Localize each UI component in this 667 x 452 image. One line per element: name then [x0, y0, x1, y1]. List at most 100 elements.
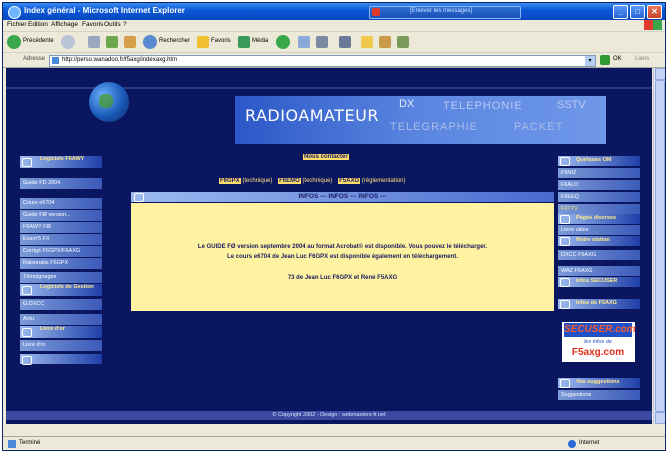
scroll-thumb[interactable]	[655, 80, 665, 412]
sidebar-item-raisonatis[interactable]: Raisonatis F6GPX	[20, 258, 102, 269]
edit-icon[interactable]	[339, 36, 351, 48]
status-text: Terminé	[19, 440, 41, 446]
menu-outils[interactable]: Outils	[104, 21, 121, 28]
mail-icon[interactable]	[298, 36, 310, 48]
sidebar-item-f5niz[interactable]: F5NIZ	[558, 168, 640, 178]
address-field[interactable]: http://perso.wanadoo.fr/f5axg/indexaxg.h…	[49, 55, 596, 67]
menu-affichage[interactable]: Affichage	[51, 21, 78, 28]
f5axg-ad[interactable]: F5axg.com	[564, 347, 632, 358]
refresh-icon[interactable]	[106, 36, 118, 48]
sidebar-item-liens-utiles[interactable]: Liens utiles	[558, 225, 640, 235]
favorites-star-icon[interactable]	[197, 36, 209, 48]
sidebar-section-secuser: Infos SECUSER	[558, 277, 640, 287]
back-arrow-icon[interactable]	[7, 35, 21, 49]
link-f6gpx[interactable]: F6GPX	[219, 178, 241, 184]
sidebar-item-label: G.DXCC	[23, 301, 45, 307]
sidebar-item-suggestions[interactable]: Suggestions	[558, 390, 640, 400]
sidebar-item-corrige[interactable]: Corrigé F6GPX/F6AXG	[20, 246, 102, 257]
sidebar-item-dxcc[interactable]: DXCC F5AXG	[558, 250, 640, 260]
contact-link[interactable]: Nous contacter	[303, 154, 349, 160]
sidebar-item-f6awy[interactable]: F6AWY FØ	[20, 222, 102, 233]
stop-icon[interactable]	[88, 36, 100, 48]
infos-header: INFOS --- INFOS --- INFOS ---	[131, 192, 554, 202]
windows-logo-icon	[644, 20, 662, 30]
sidebar-item-exam[interactable]: Exam'5 FX	[20, 234, 102, 245]
sidebar-item-gdxcc[interactable]: G.DXCC	[20, 299, 102, 310]
vertical-scrollbar[interactable]	[653, 68, 665, 424]
section-icon	[560, 278, 570, 287]
page-done-icon	[8, 440, 16, 448]
status-bar: Terminé Internet	[3, 436, 665, 450]
address-bar: Adresse http://perso.wanadoo.fr/f5axg/in…	[3, 53, 665, 68]
go-arrow-icon[interactable]	[600, 55, 610, 65]
link-f6emo[interactable]: F6EMO	[278, 178, 301, 184]
banner-packet: PACKET	[514, 121, 564, 133]
menu-favoris[interactable]: Favoris	[82, 21, 103, 28]
sidebar-item-f6ttv[interactable]: F6TTV	[558, 204, 640, 214]
browser-window: Index général - Microsoft Internet Explo…	[2, 2, 666, 451]
sidebar-item-f6eeq[interactable]: F6EEQ	[558, 192, 640, 202]
media-icon[interactable]	[238, 36, 250, 48]
section-title: Logiciels F6AWY	[40, 156, 85, 162]
history-icon[interactable]	[276, 35, 290, 49]
sidebar-section-pages-diverses: Pages diverses	[558, 214, 640, 224]
home-icon[interactable]	[124, 36, 136, 48]
print-icon[interactable]	[316, 36, 328, 48]
section-icon	[560, 237, 570, 246]
go-button[interactable]: OK	[613, 56, 622, 62]
sidebar-item-guide-fd[interactable]: Guide FD 2004	[20, 178, 102, 189]
sidebar-item-actu[interactable]: Actu	[20, 314, 102, 325]
sidebar-item-label: Témoignages	[23, 274, 57, 280]
zone-text: Internet	[579, 440, 600, 446]
link-f5axg[interactable]: F5AXG	[338, 178, 361, 184]
sidebar-item-f6alo[interactable]: F6ALO	[558, 180, 640, 190]
forward-arrow-icon[interactable]	[61, 35, 75, 49]
folder-icon[interactable]	[361, 36, 373, 48]
maximize-button[interactable]: □	[630, 5, 645, 19]
toolbar: Précédente Rechercher Favoris Média	[3, 32, 665, 53]
menu-edition[interactable]: Edition	[28, 21, 48, 28]
scroll-down-icon[interactable]	[655, 412, 665, 424]
sidebar-item-label: Corrigé F6GPX/F6AXG	[23, 248, 81, 254]
address-label: Adresse	[23, 56, 46, 62]
secuser-ad[interactable]: SECUSER.com	[564, 323, 636, 337]
tool-icon[interactable]	[397, 36, 409, 48]
favorites-label[interactable]: Favoris	[211, 38, 231, 44]
minimize-button[interactable]: _	[613, 5, 628, 19]
banner-telephonie: TELEPHONIE	[443, 100, 523, 112]
sidebar-item-guide-version[interactable]: Guide FØ version...	[20, 210, 102, 221]
ad-banner[interactable]: SECUSER.com les infos de F5axg.com	[562, 322, 636, 362]
sidebar-item-temoignages[interactable]: Témoignages	[20, 272, 102, 283]
search-label[interactable]: Rechercher	[159, 38, 190, 44]
link-f6emo-desc: (technique)	[302, 178, 333, 184]
sidebar-item-cours[interactable]: Cours e6704	[20, 198, 102, 209]
sidebar-section-livre-dor: Livre d'or	[20, 326, 102, 338]
sidebar-item-label: Liens utiles	[561, 227, 589, 233]
news-line-cours[interactable]: Le cours e6704 de Jean Luc F6GPX est dis…	[131, 254, 554, 260]
news-line-guide[interactable]: Le GUIDE FØ version septembre 2004 au fo…	[131, 244, 554, 250]
sidebar-item-label: F5NIZ	[561, 170, 577, 176]
menu-fichier[interactable]: Fichier	[7, 21, 27, 28]
section-icon	[22, 328, 32, 337]
copyright-text: © Copyright 2002 - Design : webmasters-f…	[272, 412, 386, 418]
section-title: Infos de F5AXG	[576, 300, 617, 306]
sidebar-section-quelques-om: Quelques OM	[558, 156, 640, 166]
scroll-up-icon[interactable]	[655, 68, 665, 80]
sidebar-section-suggestions: Vos suggestions	[558, 378, 640, 388]
section-title: Infos SECUSER	[576, 278, 618, 284]
search-icon[interactable]	[143, 35, 157, 49]
url-text[interactable]: http://perso.wanadoo.fr/f5axg/indexaxg.h…	[62, 57, 177, 63]
menu-bar: Fichier Edition Affichage Favoris Outils…	[3, 20, 665, 32]
sidebar-item-livre-dor[interactable]: Livre d'or	[20, 340, 102, 351]
menu-help[interactable]: ?	[123, 21, 127, 28]
section-icon	[22, 286, 32, 295]
back-label[interactable]: Précédente	[23, 38, 54, 44]
close-button[interactable]: ✕	[647, 5, 662, 19]
taskbar-tab[interactable]: [Enlever les messages]	[369, 6, 521, 19]
media-label[interactable]: Média	[252, 38, 268, 44]
links-button[interactable]: Liens	[635, 56, 649, 62]
messenger-icon[interactable]	[379, 36, 391, 48]
sidebar-section-gestion: Logiciels de Gestion	[20, 284, 102, 296]
chevron-down-icon[interactable]: ▾	[585, 56, 595, 66]
sidebar-item-waz[interactable]: WAZ F5AXG	[558, 266, 640, 276]
